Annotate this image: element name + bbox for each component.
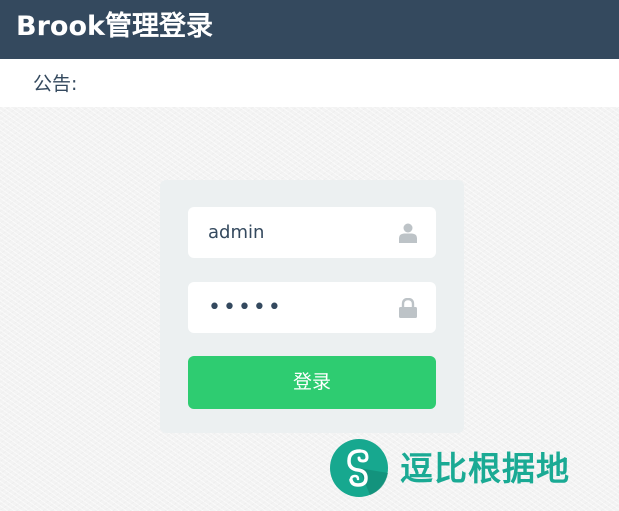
username-input[interactable] [188, 207, 388, 258]
swirl-logo-icon [330, 439, 388, 497]
watermark: 逗比根据地 [330, 439, 590, 499]
watermark-text: 逗比根据地 [400, 449, 570, 488]
login-button[interactable]: 登录 [188, 356, 436, 409]
username-field [188, 207, 436, 258]
page-title: Brook管理登录 [16, 11, 213, 42]
user-icon [399, 223, 417, 243]
lock-icon [399, 298, 417, 318]
notice-bar: 公告: [0, 59, 619, 107]
top-header-bar: Brook管理登录 [0, 0, 619, 59]
password-input[interactable] [188, 282, 388, 333]
password-field [188, 282, 436, 333]
notice-label: 公告: [33, 73, 78, 95]
login-panel: 登录 [160, 180, 464, 433]
